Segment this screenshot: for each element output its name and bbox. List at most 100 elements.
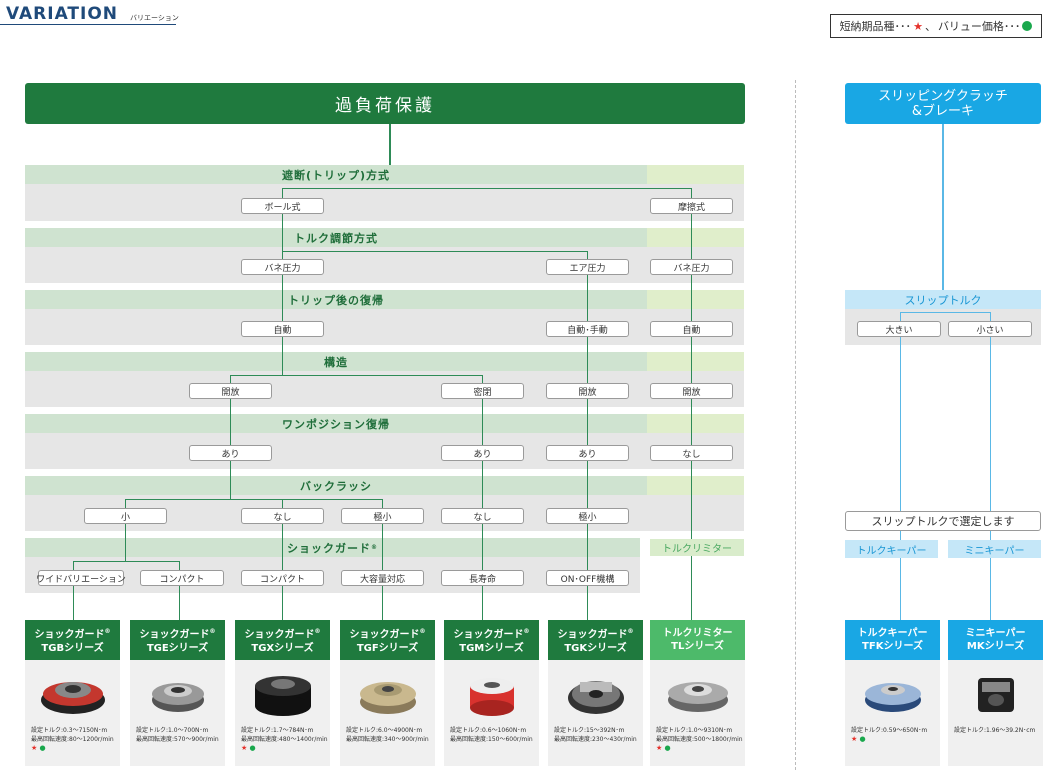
- product-card-mk[interactable]: ミニキーパー MKシリーズ 設定トルク:1.96〜39.2N･cm: [948, 620, 1043, 766]
- connector: [282, 188, 692, 189]
- connector: [691, 461, 692, 539]
- connector: [587, 275, 588, 321]
- card-spec-torque: 設定トルク:0.3〜7150N･m: [31, 727, 108, 734]
- star-icon: ★: [31, 744, 38, 752]
- connector: [382, 499, 383, 508]
- connector: [282, 524, 283, 570]
- product-image: [25, 660, 120, 726]
- option-small-slip: 小さい: [948, 321, 1032, 337]
- connector: [990, 312, 991, 321]
- card-header: ショックガード® TGMシリーズ: [444, 620, 539, 660]
- connector: [125, 499, 383, 500]
- card-series: TFKシリーズ: [862, 641, 923, 652]
- connector: [587, 337, 588, 383]
- band-one-position: ワンポジション復帰: [25, 414, 647, 433]
- product-card-tgk[interactable]: ショックガード® TGKシリーズ 設定トルク:15〜392N･m 最高回転速度:2…: [548, 620, 643, 766]
- band-header-right: [647, 165, 744, 184]
- option-long-life: 長寿命: [441, 570, 524, 586]
- connector: [691, 399, 692, 445]
- product-card-tgb[interactable]: ショックガード® TGBシリーズ 設定トルク:0.3〜7150N･m 最高回転速度…: [25, 620, 120, 766]
- card-name: ショックガード: [139, 629, 210, 641]
- legend-box: 短納期品種･･･ ★ 、 バリュー価格･･･: [830, 14, 1042, 38]
- green-dot-icon: [1022, 21, 1033, 31]
- product-card-tge[interactable]: ショックガード® TGEシリーズ 設定トルク:1.0〜700N･m 最高回転速度:…: [130, 620, 225, 766]
- connector: [282, 251, 588, 252]
- connector: [900, 312, 991, 313]
- star-icon: ★: [913, 19, 923, 33]
- card-name: トルクキーパー: [857, 628, 928, 639]
- connector: [282, 214, 283, 259]
- option-wide-variation: ワイドバリエーション: [36, 570, 126, 586]
- option-large-slip: 大きい: [857, 321, 941, 337]
- connector: [382, 524, 383, 570]
- card-name: ショックガード: [34, 629, 105, 641]
- connector: [179, 586, 180, 620]
- card-name: ショックガード: [349, 629, 420, 641]
- section-divider: [795, 80, 796, 770]
- torque-limiter-label: トルクリミター: [650, 539, 744, 556]
- connector: [691, 188, 692, 198]
- card-spec-torque: 設定トルク:1.0〜700N･m: [136, 727, 209, 734]
- card-series: TGEシリーズ: [146, 642, 209, 654]
- connector: [482, 586, 483, 620]
- star-icon: ★: [656, 744, 663, 752]
- green-dot-icon: ●: [664, 744, 671, 752]
- connector: [282, 337, 283, 375]
- card-spec-speed: 最高回転速度:80〜1200r/min: [31, 736, 114, 743]
- option-compact: コンパクト: [241, 570, 324, 586]
- option-tiny: 極小: [546, 508, 629, 524]
- product-image: [444, 660, 539, 726]
- card-header: ショックガード® TGEシリーズ: [130, 620, 225, 660]
- band-slip-torque: スリップトルク: [845, 290, 1041, 309]
- band-shockguard-label: ショックガード: [287, 541, 371, 555]
- connector: [73, 586, 74, 620]
- connector: [73, 561, 180, 562]
- option-air: エア圧力: [546, 259, 629, 275]
- product-card-tgm[interactable]: ショックガード® TGMシリーズ 設定トルク:0.6〜1060N･m 最高回転速度…: [444, 620, 539, 766]
- green-dot-icon: ●: [39, 744, 46, 752]
- registered-mark: ®: [209, 628, 216, 636]
- connector: [282, 275, 283, 321]
- legend-value-label: バリュー価格･･･: [937, 20, 1021, 33]
- connector: [691, 275, 692, 321]
- variation-diagram: VARIATION バリエーション 短納期品種･･･ ★ 、 バリュー価格･･･…: [0, 0, 1054, 780]
- option-auto-manual: 自動･手動: [546, 321, 629, 337]
- connector: [482, 524, 483, 570]
- card-spec-torque: 設定トルク:0.6〜1060N･m: [450, 727, 527, 734]
- option-open: 開放: [650, 383, 733, 399]
- mini-keeper-tag: ミニキーパー: [948, 540, 1041, 558]
- product-card-tl[interactable]: トルクリミター TLシリーズ 設定トルク:1.0〜9310N･m 最高回転速度:5…: [650, 620, 745, 766]
- product-card-tgx[interactable]: ショックガード® TGXシリーズ 設定トルク:1.7〜784N･m 最高回転速度:…: [235, 620, 330, 766]
- connector: [900, 312, 901, 321]
- connector: [587, 586, 588, 620]
- connector: [230, 399, 231, 445]
- option-spring: バネ圧力: [241, 259, 324, 275]
- connector: [942, 124, 944, 290]
- legend-short-label: 短納期品種･･･: [839, 20, 912, 33]
- band-header-right: [647, 352, 744, 371]
- card-header: ミニキーパー MKシリーズ: [948, 620, 1043, 660]
- coupling-image-icon: [40, 682, 105, 714]
- registered-mark: ®: [371, 544, 378, 551]
- coupling-image-icon: [359, 682, 416, 714]
- band-header-right: [647, 228, 744, 247]
- card-spec-torque: 設定トルク:1.7〜784N･m: [241, 727, 314, 734]
- product-card-tgf[interactable]: ショックガード® TGFシリーズ 設定トルク:6.0〜4900N･m 最高回転速度…: [340, 620, 435, 766]
- card-header: ショックガード® TGKシリーズ: [548, 620, 643, 660]
- product-card-tfk[interactable]: トルクキーパー TFKシリーズ 設定トルク:0.59〜650N･m ★ ●: [845, 620, 940, 766]
- registered-mark: ®: [627, 628, 634, 636]
- title-underline: [0, 24, 176, 25]
- option-friction: 摩擦式: [650, 198, 733, 214]
- card-spec-speed: 最高回転速度:150〜600r/min: [450, 736, 533, 743]
- connector: [230, 375, 483, 376]
- product-image: [548, 660, 643, 726]
- coupling-image-icon: [151, 683, 204, 712]
- band-structure: 構造: [25, 352, 647, 371]
- card-header: トルクキーパー TFKシリーズ: [845, 620, 940, 660]
- option-auto: 自動: [241, 321, 324, 337]
- option-none: なし: [650, 445, 733, 461]
- option-ball: ボール式: [241, 198, 324, 214]
- slipping-clutch-header: スリッピングクラッチ &ブレーキ: [845, 83, 1041, 124]
- overload-protection-header: 過負荷保護: [25, 83, 745, 124]
- option-auto: 自動: [650, 321, 733, 337]
